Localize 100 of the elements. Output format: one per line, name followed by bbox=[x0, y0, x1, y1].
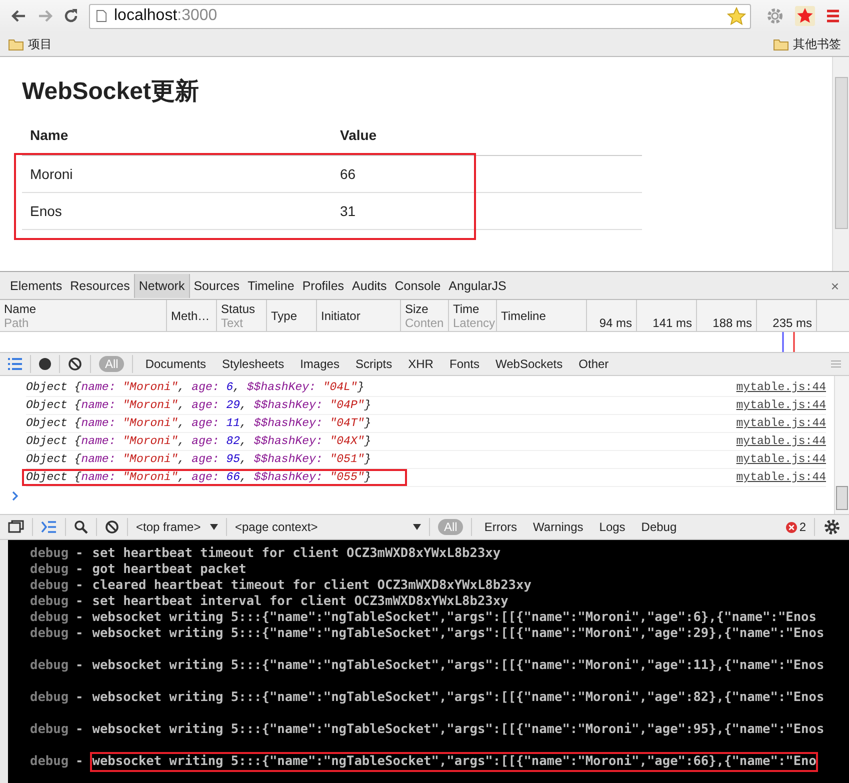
address-bar[interactable]: localhost:3000 bbox=[89, 4, 751, 28]
log-dash: - bbox=[76, 578, 84, 594]
column-header[interactable]: Status Text bbox=[217, 300, 267, 331]
reload-icon[interactable] bbox=[63, 8, 79, 24]
level-filter[interactable]: Errors bbox=[480, 519, 522, 535]
drag-handle-icon[interactable] bbox=[831, 360, 841, 368]
log-message: websocket writing 5:::{"name":"ngTableSocket","args":[[{"name":"Moroni","age":82},{"name":"Enos bbox=[91, 689, 826, 707]
clear-icon[interactable] bbox=[105, 520, 119, 534]
devtools-tab[interactable]: Timeline bbox=[244, 274, 298, 298]
time-tick: 94 ms bbox=[587, 300, 637, 331]
log-message: cleared heartbeat timeout for client OCZ3mWXD8xYWxL8b23xy bbox=[91, 577, 532, 594]
bookmark-folder[interactable]: 项目 bbox=[8, 36, 52, 52]
devtools-tab[interactable]: Console bbox=[390, 274, 445, 298]
console-message: Object {name: "Moroni", age: 95, $$hashKey: "051"} bbox=[25, 452, 372, 468]
column-header[interactable]: Size Conten bbox=[401, 300, 449, 331]
log-message: websocket writing 5:::{"name":"ngTableSocket","args":[[{"name":"Moroni","age":66},{"name":"Eno bbox=[90, 752, 818, 772]
timeline-markers bbox=[782, 332, 796, 352]
column-header[interactable]: Initiator bbox=[317, 300, 401, 331]
console-icon[interactable] bbox=[41, 521, 57, 533]
scrollbar[interactable] bbox=[834, 376, 849, 514]
clear-icon[interactable] bbox=[68, 357, 82, 371]
source-link[interactable]: mytable.js:44 bbox=[736, 381, 826, 394]
bookmark-folder[interactable]: 其他书签 bbox=[773, 36, 841, 52]
log-dash: - bbox=[76, 754, 84, 770]
source-link[interactable]: mytable.js:44 bbox=[736, 417, 826, 430]
source-link[interactable]: mytable.js:44 bbox=[736, 435, 826, 448]
filter-button[interactable]: Documents bbox=[141, 356, 210, 372]
time-tick: 235 ms bbox=[757, 300, 817, 331]
column-header: Value bbox=[339, 127, 378, 143]
caret-icon bbox=[210, 524, 218, 530]
column-header[interactable]: Meth… bbox=[167, 300, 217, 331]
page-heading: WebSocket更新 bbox=[22, 77, 200, 107]
log-message: set heartbeat interval for client OCZ3mWXD8xYWxL8b23xy bbox=[91, 593, 510, 610]
settings-icon[interactable] bbox=[823, 518, 841, 536]
frame-dropdown[interactable]: <top frame> bbox=[136, 520, 218, 534]
error-count[interactable]: 2 bbox=[799, 520, 806, 534]
log-level: debug bbox=[30, 546, 69, 562]
table-cell-text: 31 bbox=[339, 203, 357, 219]
back-icon[interactable] bbox=[11, 8, 27, 24]
filter-button[interactable]: Images bbox=[296, 356, 344, 372]
filter-button[interactable]: Other bbox=[574, 356, 613, 372]
devtools-tab[interactable]: Elements bbox=[6, 274, 66, 298]
table-cell-text: Moroni bbox=[29, 166, 74, 182]
log-dash: - bbox=[76, 546, 84, 562]
star-extension-icon[interactable] bbox=[795, 6, 815, 26]
scrollbar[interactable] bbox=[832, 57, 849, 271]
devtools-tab[interactable]: AngularJS bbox=[444, 274, 510, 298]
log-level: debug bbox=[30, 594, 69, 610]
context-dropdown[interactable]: <page context> bbox=[235, 520, 421, 534]
column-header[interactable]: Time Latency bbox=[449, 300, 497, 331]
source-link[interactable]: mytable.js:44 bbox=[736, 471, 826, 484]
console-message: Object {name: "Moroni", age: 29, $$hashKey: "04P"} bbox=[25, 398, 372, 414]
log-level: debug bbox=[30, 657, 69, 674]
folder-icon bbox=[773, 38, 789, 50]
console-message: Object {name: "Moroni", age: 82, $$hashKey: "04X"} bbox=[25, 434, 372, 450]
gear-icon[interactable] bbox=[765, 6, 785, 26]
error-icon bbox=[786, 522, 798, 532]
prompt-icon bbox=[12, 491, 20, 501]
column-header[interactable]: Name Path bbox=[0, 300, 167, 331]
log-level: debug bbox=[30, 753, 69, 770]
source-link[interactable]: mytable.js:44 bbox=[736, 399, 826, 412]
search-icon[interactable] bbox=[74, 520, 88, 534]
record-icon[interactable] bbox=[39, 358, 51, 370]
console-message: Object {name: "Moroni", age: 6, $$hashKey: "04L"} bbox=[25, 380, 366, 396]
column-header[interactable]: Type bbox=[267, 300, 317, 331]
log-level: debug bbox=[30, 626, 69, 642]
filter-button[interactable]: WebSockets bbox=[492, 356, 567, 372]
close-button[interactable]: × bbox=[830, 278, 839, 294]
log-level: debug bbox=[30, 610, 69, 626]
log-message: websocket writing 5:::{"name":"ngTableSocket","args":[[{"name":"Moroni","age":95},{"name":"Enos bbox=[91, 721, 826, 739]
devtools-tab[interactable]: Profiles bbox=[298, 274, 348, 298]
level-filter[interactable]: Logs bbox=[595, 519, 630, 535]
log-message: websocket writing 5:::{"name":"ngTableSocket","args":[[{"name":"Moroni","age":29},{"name":"Enos bbox=[91, 625, 826, 643]
level-filter[interactable]: Debug bbox=[637, 519, 681, 535]
time-tick: 141 ms bbox=[637, 300, 697, 331]
column-header[interactable]: Timeline bbox=[497, 300, 587, 331]
level-filter[interactable]: Warnings bbox=[529, 519, 588, 535]
dock-icon[interactable] bbox=[8, 520, 24, 534]
devtools-tab[interactable]: Audits bbox=[348, 274, 391, 298]
source-link[interactable]: mytable.js:44 bbox=[736, 453, 826, 466]
devtools-tab[interactable]: Resources bbox=[66, 274, 134, 298]
log-dash: - bbox=[76, 594, 84, 610]
list-icon[interactable] bbox=[8, 358, 22, 370]
filter-button[interactable]: Fonts bbox=[445, 356, 484, 372]
menu-icon[interactable] bbox=[825, 8, 841, 24]
filter-button[interactable]: XHR bbox=[404, 356, 438, 372]
devtools-tab[interactable]: Sources bbox=[190, 274, 244, 298]
console-message: Object {name: "Moroni", age: 11, $$hashKey: "04T"} bbox=[25, 416, 372, 432]
log-level: debug bbox=[30, 721, 69, 738]
star-icon[interactable] bbox=[727, 6, 746, 26]
log-message: set heartbeat timeout for client OCZ3mWXD8xYWxL8b23xy bbox=[91, 545, 502, 563]
log-dash: - bbox=[76, 562, 84, 578]
log-message: got heartbeat packet bbox=[91, 561, 248, 578]
devtools-tab[interactable]: Network bbox=[134, 274, 190, 298]
table-cell-text: 66 bbox=[339, 166, 357, 182]
page-icon bbox=[96, 9, 107, 23]
filter-button[interactable]: Scripts bbox=[351, 356, 396, 372]
table-cell-text: Enos bbox=[29, 203, 63, 219]
column-header: Name bbox=[29, 127, 70, 143]
filter-button[interactable]: Stylesheets bbox=[218, 356, 288, 372]
